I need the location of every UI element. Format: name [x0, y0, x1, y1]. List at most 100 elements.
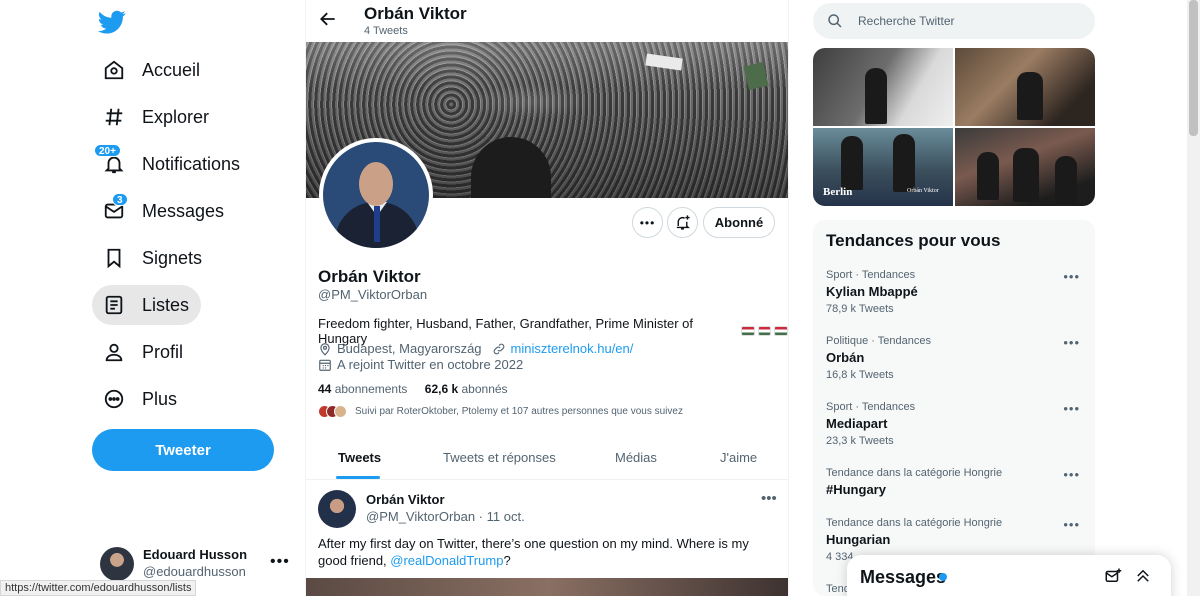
nav-label: Plus: [142, 388, 178, 409]
tweet-author[interactable]: Orbán Viktor: [366, 492, 445, 507]
avatar: [100, 547, 134, 581]
followers-link[interactable]: 62,6 k abonnés: [425, 382, 508, 396]
avatar: [334, 405, 347, 418]
tab-media[interactable]: Médias: [615, 450, 657, 465]
nav-label: Accueil: [142, 59, 201, 80]
hungary-flag-icon: [774, 326, 788, 336]
chevron-up-double-icon[interactable]: [1134, 567, 1152, 585]
active-tab-indicator: [336, 476, 380, 479]
account-handle: @edouardhusson: [143, 564, 246, 579]
trend-category: Tendance dans la catégorie Hongrie: [826, 517, 1003, 529]
trend-name: Hungarian: [826, 532, 891, 547]
trend-category: Politique · Tendances: [826, 335, 931, 347]
profile-website-link[interactable]: miniszterelnok.hu/en/: [511, 341, 634, 356]
more-dots-icon[interactable]: •••: [1063, 517, 1080, 532]
nav-label: Messages: [142, 200, 225, 221]
nav-more[interactable]: Plus: [92, 379, 189, 419]
more-dots-icon: •••: [639, 215, 656, 230]
tab-tweets-replies[interactable]: Tweets et réponses: [443, 450, 556, 465]
profile-column: Orbán Viktor 4 Tweets ••• Abonné Orbán V…: [305, 0, 789, 596]
search-input[interactable]: Recherche Twitter: [858, 14, 955, 28]
trend-item[interactable]: Sport · Tendances Mediapart 23,3 k Tweet…: [826, 401, 1086, 447]
nav-explore[interactable]: Explorer: [92, 97, 221, 137]
more-dots-icon[interactable]: •••: [1063, 335, 1080, 350]
trends-title: Tendances pour vous: [826, 231, 1001, 250]
messages-drawer[interactable]: Messages: [847, 555, 1171, 596]
media-thumbnail[interactable]: [955, 128, 1095, 206]
hashtag-icon: [102, 105, 126, 129]
home-icon: [102, 58, 126, 82]
profile-stats: 44 abonnements 62,6 k abonnés: [318, 382, 508, 396]
account-switcher[interactable]: Edouard Husson @edouardhusson •••: [100, 545, 300, 585]
more-dots-icon[interactable]: •••: [761, 490, 777, 507]
trend-item[interactable]: Sport · Tendances Kylian Mbappé 78,9 k T…: [826, 269, 1086, 315]
search-bar[interactable]: Recherche Twitter: [813, 3, 1095, 39]
location-pin-icon: [320, 342, 330, 356]
scrollbar-thumb[interactable]: [1189, 0, 1198, 136]
tweet-date[interactable]: 11 oct.: [487, 509, 525, 524]
profile-joined: A rejoint Twitter en octobre 2022: [337, 357, 524, 372]
mention-link[interactable]: @realDonaldTrump: [390, 553, 503, 568]
media-thumbnail[interactable]: [813, 48, 953, 126]
tweet-handle[interactable]: @PM_ViktorOrban: [366, 509, 475, 524]
follow-button[interactable]: Abonné: [703, 207, 775, 238]
tweet-count: 4 Tweets: [364, 25, 408, 37]
new-message-icon[interactable]: [1104, 567, 1122, 585]
account-name: Edouard Husson: [143, 547, 248, 562]
tweet-media[interactable]: [306, 578, 788, 596]
nav-bookmarks[interactable]: Signets: [92, 238, 214, 278]
tab-tweets[interactable]: Tweets: [338, 450, 381, 465]
nav-label: Profil: [142, 341, 184, 362]
nav-lists[interactable]: Listes: [92, 285, 202, 325]
mail-icon: 3: [102, 193, 128, 223]
trend-category: Sport · Tendances: [826, 269, 916, 281]
left-sidebar: Accueil Explorer 20+ Notifications 3 Mes…: [0, 0, 305, 596]
trends-panel: Tendances pour vous Sport · Tendances Ky…: [813, 220, 1095, 596]
more-dots-icon[interactable]: •••: [1063, 401, 1080, 416]
trend-name: #Hungary: [826, 482, 886, 497]
trend-item[interactable]: Tendance dans la catégorie Hongrie #Hung…: [826, 467, 1086, 497]
back-arrow-icon[interactable]: [318, 9, 338, 29]
browser-status-url: https://twitter.com/edouardhusson/lists: [0, 580, 197, 596]
search-icon: [828, 14, 842, 28]
more-circle-icon: [102, 387, 126, 411]
banner-flag: [743, 61, 769, 91]
more-dots-icon[interactable]: •••: [1063, 269, 1080, 284]
hungary-flag-icon: [757, 326, 772, 336]
profile-name: Orbán Viktor: [318, 267, 421, 286]
profile-joined-row: A rejoint Twitter en octobre 2022: [318, 357, 523, 372]
nav-label: Signets: [142, 247, 203, 268]
page-title: Orbán Viktor: [364, 4, 467, 23]
tweet-meta: @PM_ViktorOrban · 11 oct.: [366, 509, 525, 524]
banner-flag: [645, 53, 683, 71]
banner-figure: [471, 137, 551, 198]
nav-label: Notifications: [142, 153, 241, 174]
tab-likes[interactable]: J'aime: [720, 450, 757, 465]
media-thumbnail[interactable]: [955, 48, 1095, 126]
profile-handle: @PM_ViktorOrban: [318, 287, 428, 302]
nav-messages[interactable]: 3 Messages: [92, 191, 236, 231]
profile-location-row: Budapest, Magyarország miniszterelnok.hu…: [318, 341, 633, 356]
nav-home[interactable]: Accueil: [92, 50, 212, 90]
notify-button[interactable]: [667, 207, 698, 238]
followed-by-text: Suivi par RoterOktober, Ptolemy et 107 a…: [355, 406, 683, 417]
media-thumbnail[interactable]: Berlin Orbán Viktor: [813, 128, 953, 206]
more-options-button[interactable]: •••: [632, 207, 663, 238]
profile-location: Budapest, Magyarország: [337, 341, 482, 356]
more-dots-icon[interactable]: •••: [270, 553, 290, 571]
user-icon: [102, 340, 126, 364]
tweet-button[interactable]: Tweeter: [92, 429, 274, 471]
trend-item[interactable]: Politique · Tendances Orbán 16,8 k Tweet…: [826, 335, 1086, 381]
page-scrollbar[interactable]: [1187, 0, 1200, 596]
nav-profile[interactable]: Profil: [92, 332, 195, 372]
nav-notifications[interactable]: 20+ Notifications: [92, 144, 252, 184]
link-icon: [493, 343, 504, 354]
tweet-avatar[interactable]: [318, 490, 356, 528]
profile-avatar[interactable]: [319, 138, 433, 252]
following-link[interactable]: 44 abonnements: [318, 382, 407, 396]
more-dots-icon[interactable]: •••: [1063, 467, 1080, 482]
trend-count: 23,3 k Tweets: [826, 435, 894, 447]
tweet-text: After my first day on Twitter, there’s o…: [318, 536, 749, 568]
followed-by-row[interactable]: Suivi par RoterOktober, Ptolemy et 107 a…: [318, 405, 683, 418]
twitter-bird-icon[interactable]: [98, 8, 126, 36]
